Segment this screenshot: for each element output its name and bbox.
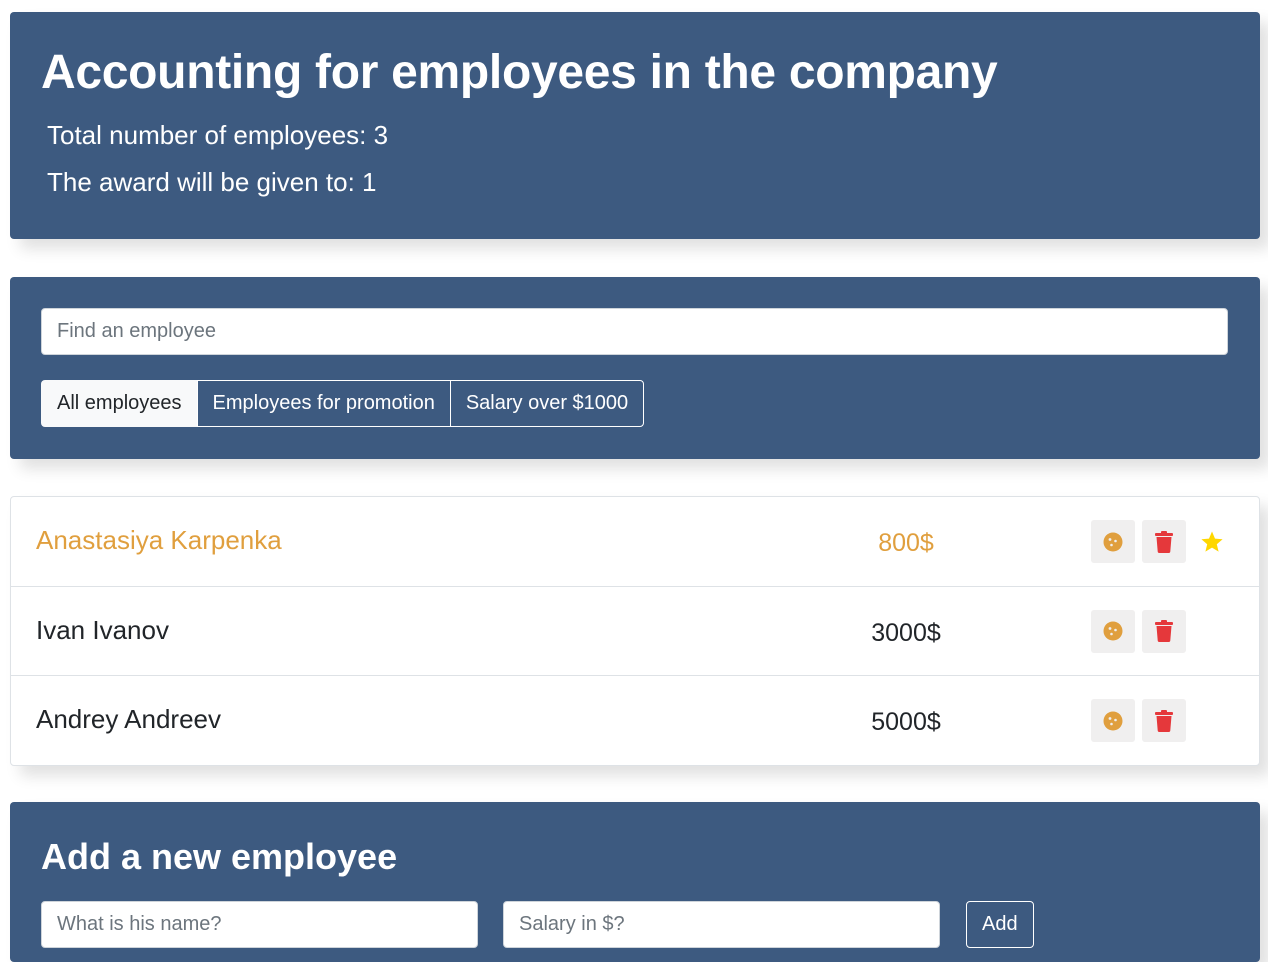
- employee-name[interactable]: Ivan Ivanov: [36, 617, 169, 643]
- add-employee-panel: Add a new employee Add: [10, 802, 1260, 962]
- cookie-icon: [1103, 621, 1123, 641]
- employee-row: Andrey Andreev 5000$: [11, 676, 1259, 766]
- delete-button[interactable]: [1142, 520, 1186, 563]
- employee-salary: 5000$: [871, 708, 941, 736]
- search-input[interactable]: [41, 308, 1228, 355]
- trash-icon: [1155, 530, 1173, 553]
- app-info-panel: Accounting for employees in the company …: [10, 12, 1260, 239]
- filter-promotion-button[interactable]: Employees for promotion: [196, 380, 451, 427]
- trash-icon: [1155, 709, 1173, 732]
- cookie-icon: [1103, 711, 1123, 730]
- delete-button[interactable]: [1142, 609, 1186, 653]
- new-employee-name-input[interactable]: [41, 901, 478, 948]
- filter-all-employees-button[interactable]: All employees: [41, 380, 198, 427]
- employee-salary: 3000$: [871, 618, 941, 647]
- filter-salary-over-1000-button[interactable]: Salary over $1000: [449, 380, 645, 427]
- search-panel: All employees Employees for promotion Sa…: [10, 277, 1260, 459]
- new-employee-salary-input[interactable]: [503, 901, 940, 948]
- award-count: The award will be given to: 1: [47, 167, 377, 197]
- cookie-button[interactable]: [1091, 520, 1135, 563]
- cookie-button[interactable]: [1091, 699, 1135, 742]
- add-employee-title: Add a new employee: [41, 836, 398, 877]
- page-title: Accounting for employees in the company: [41, 46, 998, 99]
- employee-row: Anastasiya Karpenka 800$: [11, 497, 1259, 587]
- employee-row: Ivan Ivanov 3000$: [11, 587, 1259, 676]
- cookie-button[interactable]: [1091, 609, 1135, 653]
- add-employee-button[interactable]: Add: [966, 901, 1034, 948]
- filter-button-group: All employees Employees for promotion Sa…: [41, 380, 645, 427]
- star-icon: [1201, 531, 1223, 552]
- delete-button[interactable]: [1142, 699, 1186, 742]
- total-employees-count: Total number of employees: 3: [47, 120, 389, 150]
- employee-name[interactable]: Andrey Andreev: [36, 706, 221, 732]
- employee-name[interactable]: Anastasiya Karpenka: [36, 527, 282, 553]
- employee-salary: 800$: [878, 529, 934, 557]
- trash-icon: [1155, 620, 1173, 642]
- employees-list: Anastasiya Karpenka 800$ Ivan Ivanov 300…: [10, 496, 1260, 766]
- cookie-icon: [1103, 532, 1123, 551]
